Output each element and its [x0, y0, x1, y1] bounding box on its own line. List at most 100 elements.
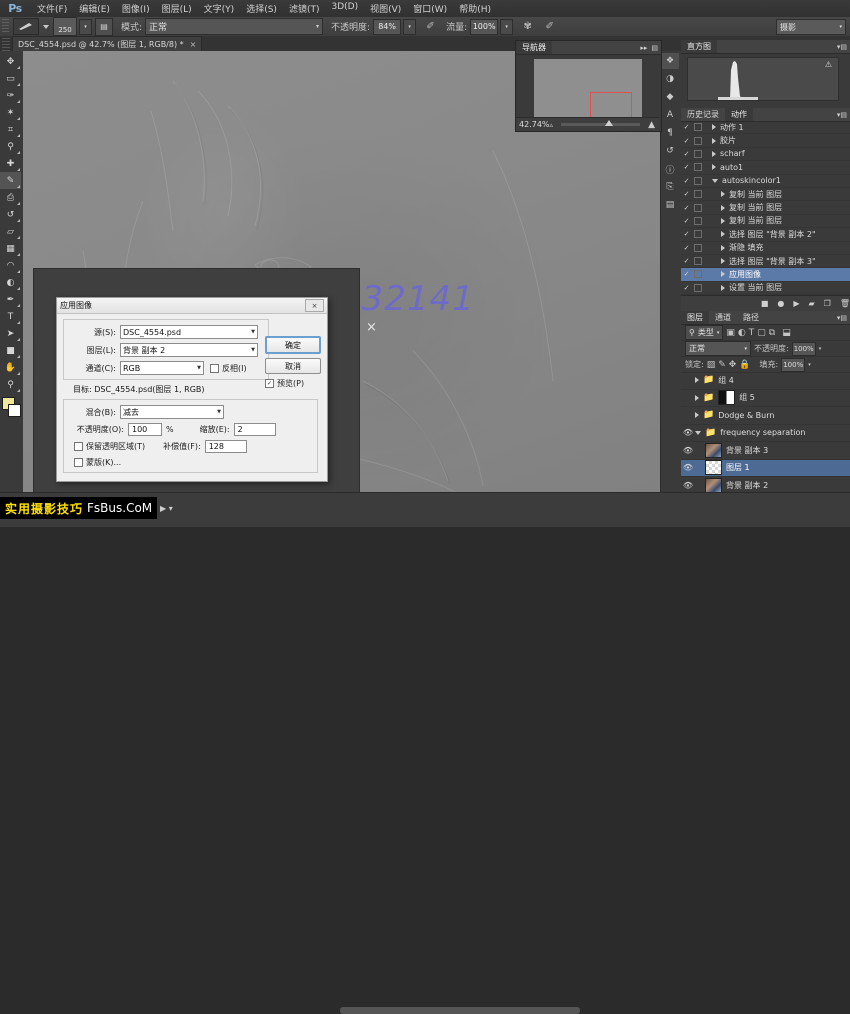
layer-thumbnail[interactable]	[705, 478, 722, 492]
action-dialog-toggle[interactable]	[692, 123, 703, 131]
layer-opacity-field[interactable]: 100%	[792, 342, 816, 356]
healing-brush-tool[interactable]: ✚	[0, 155, 21, 172]
layer-row[interactable]: 👁背景 副本 2	[681, 477, 850, 492]
action-toggle-checkbox[interactable]: ✓	[681, 217, 692, 225]
record-icon[interactable]: ●	[777, 299, 784, 308]
opacity-field[interactable]: 84%	[373, 19, 401, 35]
opacity-chevron-icon[interactable]: ▾	[403, 19, 416, 35]
action-row[interactable]: ✓选择 图层 "背景 副本 2"	[681, 228, 850, 241]
action-row[interactable]: ✓scharf	[681, 148, 850, 161]
pen-tool[interactable]: ✒	[0, 291, 21, 308]
crop-tool[interactable]: ⌗	[0, 121, 21, 138]
action-dialog-toggle[interactable]	[692, 190, 703, 198]
history-icon[interactable]: ↺	[661, 143, 679, 159]
marquee-tool[interactable]: ▭	[0, 70, 21, 87]
action-toggle-checkbox[interactable]: ✓	[681, 270, 692, 278]
color-panel-icon[interactable]: ❖	[661, 53, 679, 69]
options-bar-grip[interactable]	[2, 19, 9, 34]
styles-icon[interactable]: ◆	[661, 89, 679, 105]
action-row[interactable]: ✓胶片	[681, 134, 850, 147]
new-action-icon[interactable]: ❐	[824, 299, 831, 308]
path-selection-tool[interactable]: ➤	[0, 325, 21, 342]
info-icon[interactable]: ⓘ	[661, 161, 679, 177]
layer-blend-mode-select[interactable]: 正常 ▾	[685, 341, 751, 356]
move-tool[interactable]: ✥	[0, 53, 21, 70]
menu-item-3[interactable]: 图层(L)	[156, 1, 198, 16]
menu-item-6[interactable]: 滤镜(T)	[283, 1, 326, 16]
cancel-button[interactable]: 取消	[265, 358, 321, 374]
mask-checkbox[interactable]	[74, 458, 83, 467]
tab-layers[interactable]: 图层	[681, 311, 709, 324]
action-dialog-toggle[interactable]	[692, 204, 703, 212]
tab-bar-grip[interactable]	[2, 38, 10, 51]
brush-size-chevron-icon[interactable]: ▾	[79, 19, 92, 35]
expand-right-icon[interactable]	[721, 271, 725, 277]
action-toggle-checkbox[interactable]: ✓	[681, 137, 692, 145]
action-row[interactable]: ✓动作 1	[681, 121, 850, 134]
menu-item-4[interactable]: 文字(Y)	[198, 1, 241, 16]
action-toggle-checkbox[interactable]: ✓	[681, 230, 692, 238]
action-toggle-checkbox[interactable]: ✓	[681, 150, 692, 158]
notes-icon[interactable]: ▤	[661, 197, 679, 213]
action-dialog-toggle[interactable]	[692, 163, 703, 171]
character-icon[interactable]: A	[661, 107, 679, 123]
close-icon[interactable]: ×	[190, 40, 197, 49]
navigator-zoom-slider[interactable]	[561, 123, 640, 126]
blend-mode-select[interactable]: 正常 ▾	[145, 18, 323, 35]
layer-row[interactable]: 👁📁frequency separation	[681, 425, 850, 443]
dialog-close-icon[interactable]: ×	[305, 299, 324, 312]
panel-menu-icon[interactable]: ▾▤	[837, 314, 847, 322]
action-dialog-toggle[interactable]	[692, 230, 703, 238]
warning-icon[interactable]: ⚠	[825, 60, 832, 69]
dialog-opacity-field[interactable]: 100	[128, 423, 162, 436]
tablet-pressure-opacity-icon[interactable]: ✐	[423, 19, 438, 34]
filter-pixel-icon[interactable]: ▣	[726, 328, 735, 338]
expand-right-icon[interactable]	[721, 191, 725, 197]
action-dialog-toggle[interactable]	[692, 284, 703, 292]
layer-select[interactable]: 背景 副本 2 ▼	[120, 343, 258, 357]
action-row[interactable]: ✓复制 当前 图层	[681, 215, 850, 228]
workspace-selector[interactable]: 摄影 ▾	[776, 19, 846, 35]
action-toggle-checkbox[interactable]: ✓	[681, 123, 692, 131]
layer-visibility-icon[interactable]: 👁	[681, 481, 695, 490]
tab-channels[interactable]: 通道	[709, 311, 737, 324]
expand-right-icon[interactable]	[712, 151, 716, 157]
action-row[interactable]: ✓渐隐 填充	[681, 242, 850, 255]
blur-tool[interactable]: ◠	[0, 257, 21, 274]
navigator-zoom-value[interactable]: 42.74%	[516, 120, 550, 129]
blend-select[interactable]: 减去 ▼	[120, 405, 224, 419]
expand-right-icon[interactable]	[721, 285, 725, 291]
expand-right-icon[interactable]	[721, 218, 725, 224]
action-dialog-toggle[interactable]	[692, 177, 703, 185]
tab-history[interactable]: 历史记录	[681, 108, 725, 121]
expand-right-icon[interactable]	[695, 395, 699, 401]
layer-row[interactable]: 👁图层 1	[681, 460, 850, 478]
expand-right-icon[interactable]	[712, 164, 716, 170]
menu-item-0[interactable]: 文件(F)	[31, 1, 73, 16]
expand-right-icon[interactable]	[721, 258, 725, 264]
action-dialog-toggle[interactable]	[692, 137, 703, 145]
action-dialog-toggle[interactable]	[692, 244, 703, 252]
action-row[interactable]: ✓选择 图层 "背景 副本 3"	[681, 255, 850, 268]
filter-adjustment-icon[interactable]: ◐	[738, 328, 746, 338]
action-dialog-toggle[interactable]	[692, 257, 703, 265]
color-swatches[interactable]	[0, 396, 21, 418]
shape-tool[interactable]: ■	[0, 342, 21, 359]
lock-image-icon[interactable]: ✎	[718, 360, 726, 370]
action-dialog-toggle[interactable]	[692, 217, 703, 225]
scale-field[interactable]: 2	[234, 423, 276, 436]
action-toggle-checkbox[interactable]: ✓	[681, 257, 692, 265]
action-toggle-checkbox[interactable]: ✓	[681, 177, 692, 185]
panel-menu-icon[interactable]: ▤	[651, 44, 658, 52]
preview-checkbox[interactable]: ✓	[265, 379, 274, 388]
status-chevron-icon[interactable]: ▶ ▾	[160, 504, 173, 513]
filter-toggle-icon[interactable]: ⬓	[782, 328, 791, 338]
tab-paths[interactable]: 路径	[737, 311, 765, 324]
tablet-pressure-size-icon[interactable]: ✐	[542, 19, 557, 34]
menu-item-5[interactable]: 选择(S)	[240, 1, 283, 16]
fill-field[interactable]: 100%	[781, 358, 805, 372]
zoom-in-icon[interactable]: ▲	[648, 120, 655, 130]
flow-chevron-icon[interactable]: ▾	[500, 19, 513, 35]
layer-visibility-icon[interactable]: 👁	[681, 446, 695, 455]
zoom-out-icon[interactable]: ▵	[550, 121, 554, 129]
